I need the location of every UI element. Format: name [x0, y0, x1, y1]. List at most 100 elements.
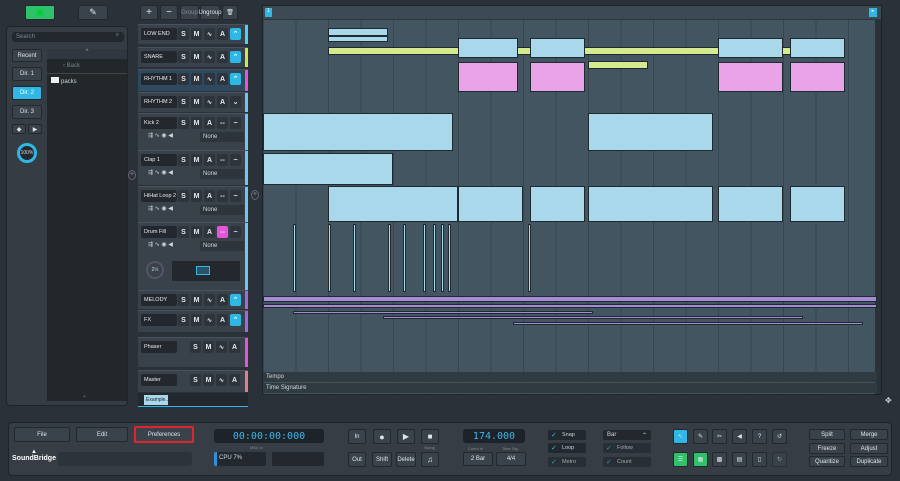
clip[interactable]	[458, 62, 518, 92]
mute-button[interactable]: M	[191, 294, 202, 306]
clip[interactable]	[263, 153, 393, 185]
solo-button[interactable]: S	[178, 117, 189, 129]
clip[interactable]	[263, 113, 453, 151]
clip[interactable]	[441, 224, 444, 292]
preview-volume-knob[interactable]: 100%	[17, 143, 37, 163]
device-select[interactable]: None	[200, 132, 244, 142]
mute-button[interactable]: M	[191, 51, 202, 63]
back-link[interactable]: ‹ Back	[47, 59, 127, 74]
arm-button[interactable]: A	[217, 294, 228, 306]
solo-button[interactable]: S	[190, 374, 201, 386]
device-select[interactable]: None	[200, 241, 244, 251]
loop-button[interactable]: --	[217, 226, 228, 238]
browser-toggle-button[interactable]: ▣	[25, 5, 55, 20]
clip[interactable]	[458, 38, 518, 58]
punch-out-button[interactable]: Out	[348, 452, 366, 467]
clip[interactable]	[718, 186, 783, 222]
clip[interactable]	[328, 224, 331, 292]
clip[interactable]	[513, 322, 863, 325]
pad-grid[interactable]	[172, 261, 240, 281]
track-name[interactable]: Kick 2	[141, 117, 177, 129]
shift-button[interactable]: Shift	[372, 452, 392, 467]
editor-toggle[interactable]: ▩	[712, 452, 727, 467]
arm-button[interactable]: A	[229, 341, 240, 353]
mute-button[interactable]: M	[191, 73, 202, 85]
solo-button[interactable]: S	[178, 294, 189, 306]
track-header[interactable]: RHYTHM 1S M ∿ A ⌃	[138, 69, 248, 91]
clip[interactable]	[588, 186, 713, 222]
pencil-tool[interactable]: ✎	[693, 429, 708, 444]
automation-button[interactable]: ∿	[204, 294, 215, 306]
solo-button[interactable]: S	[178, 226, 189, 238]
count-toggle[interactable]: Count	[603, 457, 651, 467]
clip[interactable]	[790, 38, 845, 58]
automation-button[interactable]: ∿	[216, 374, 227, 386]
clip[interactable]	[448, 224, 451, 292]
follow-toggle[interactable]: Follow	[603, 443, 651, 453]
loop-start-marker[interactable]: 1	[265, 8, 272, 17]
mute-button[interactable]: M	[191, 314, 202, 326]
track-name[interactable]: Phaser	[141, 341, 177, 353]
device-select[interactable]: None	[200, 205, 244, 215]
arm-button[interactable]: A	[217, 51, 228, 63]
timeline-ruler[interactable]	[263, 6, 881, 20]
clip[interactable]	[293, 311, 593, 314]
expand-group-button[interactable]: ⌃	[230, 28, 241, 40]
arm-button[interactable]: A	[217, 314, 228, 326]
vertical-scrollbar[interactable]	[875, 20, 881, 394]
arm-button[interactable]: A	[204, 190, 215, 202]
solo-button[interactable]: S	[178, 154, 189, 166]
track-name[interactable]: MELODY	[141, 294, 177, 306]
clip[interactable]	[423, 224, 426, 292]
solo-button[interactable]: S	[178, 314, 189, 326]
metronome-toggle[interactable]: Metro	[548, 457, 586, 467]
mute-button[interactable]: M	[191, 226, 202, 238]
collapse-button[interactable]: −	[230, 226, 241, 238]
loop-toggle[interactable]: Loop	[548, 443, 586, 453]
preview-play-button[interactable]: ▶	[28, 124, 42, 134]
track-header[interactable]: SNARE S M ∿ A ⌃	[138, 47, 248, 67]
zoom-fit-icon[interactable]: ✥	[885, 396, 892, 405]
clip[interactable]	[790, 186, 845, 222]
tab-dir-3[interactable]: Dir. 3	[12, 105, 42, 119]
folder-item[interactable]: packs	[47, 74, 127, 88]
track-header[interactable]: FX S M ∿ A ⌃	[138, 310, 248, 332]
track-name[interactable]: RHYTHM 2	[141, 96, 177, 108]
track-header[interactable]: HiHat Loop 2S MA -- − ⇶ ∿ ◉ ◀ None	[138, 186, 248, 222]
clip[interactable]	[530, 38, 585, 58]
clip[interactable]	[718, 38, 783, 58]
tab-dir-1[interactable]: Dir. 1	[12, 67, 42, 81]
time-signature-select[interactable]: 4/4	[496, 452, 526, 466]
track-header[interactable]: LOW END S M ∿ A ⌃	[138, 24, 248, 44]
expand-group-button[interactable]: ⌃	[230, 73, 241, 85]
mute-button[interactable]: M	[191, 28, 202, 40]
clip[interactable]	[293, 224, 296, 292]
track-name[interactable]: SNARE	[141, 51, 177, 63]
track-name[interactable]: RHYTHM 1	[141, 73, 177, 85]
tab-dir-2[interactable]: Dir. 2	[12, 86, 42, 100]
freeze-button[interactable]: Freeze	[809, 443, 845, 454]
solo-button[interactable]: S	[190, 341, 201, 353]
track-header[interactable]: Phaser S M ∿ A	[138, 337, 248, 367]
help-button[interactable]: ?	[752, 429, 767, 444]
grid-select[interactable]: Bar ⌃	[603, 430, 651, 440]
solo-button[interactable]: S	[178, 96, 189, 108]
track-header[interactable]: MELODY S M ∿ A ⌃	[138, 290, 248, 309]
clip[interactable]	[383, 316, 803, 319]
tab-recent[interactable]: Recent	[12, 49, 42, 62]
clip[interactable]	[263, 304, 877, 308]
mute-button[interactable]: M	[191, 154, 202, 166]
expand-group-button[interactable]: ⌄	[230, 96, 241, 108]
device-select[interactable]: None	[200, 169, 244, 179]
play-button[interactable]: ▶	[397, 429, 415, 444]
expand-group-button[interactable]: ⌃	[230, 314, 241, 326]
device-toggle[interactable]: ▯	[752, 452, 767, 467]
solo-button[interactable]: S	[178, 51, 189, 63]
solo-button[interactable]: S	[178, 73, 189, 85]
automation-button[interactable]: ∿	[216, 341, 227, 353]
loop-button[interactable]: --	[217, 117, 228, 129]
swing-button[interactable]: ♫	[421, 452, 439, 467]
track-header[interactable]: Drum Fill S MA -- − ⇶ ∿ ◉ ◀ None 2½	[138, 222, 248, 290]
track-name[interactable]: FX	[141, 314, 177, 326]
clip[interactable]	[530, 62, 585, 92]
